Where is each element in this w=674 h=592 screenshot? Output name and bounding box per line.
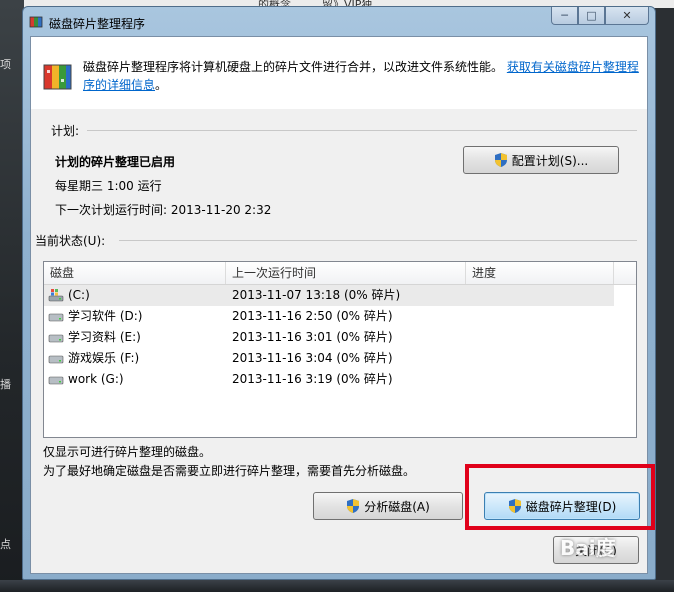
column-header-progress[interactable]: 进度 xyxy=(466,262,614,284)
desktop-background: 项 播 点 xyxy=(0,0,24,592)
minimize-button[interactable]: ─ xyxy=(551,7,578,25)
schedule-separator xyxy=(87,130,637,131)
uac-shield-icon xyxy=(347,499,360,513)
caption-buttons: ─ □ ✕ xyxy=(551,7,649,27)
disk-name: 游戏娱乐 (F:) xyxy=(68,351,140,365)
schedule-label: 计划: xyxy=(51,124,80,138)
configure-schedule-button[interactable]: 配置计划(S)... xyxy=(463,146,619,174)
disk-row[interactable]: (C:) 2013-11-07 13:18 (0% 碎片) xyxy=(44,285,614,306)
taskbar xyxy=(0,580,674,592)
disk-row[interactable]: work (G:) 2013-11-16 3:19 (0% 碎片) xyxy=(44,369,636,390)
schedule-frequency: 每星期三 1:00 运行 xyxy=(55,179,162,193)
description-text: 磁盘碎片整理程序将计算机硬盘上的碎片文件进行合并，以改进文件系统性能。 获取有关… xyxy=(83,58,639,94)
desktop-text: 播 xyxy=(0,378,11,391)
watermark-logo: Bai度 xyxy=(560,536,616,560)
description-suffix: 。 xyxy=(155,78,168,92)
window-title: 磁盘碎片整理程序 xyxy=(49,17,146,31)
uac-shield-icon xyxy=(494,153,507,167)
column-header-disk[interactable]: 磁盘 xyxy=(44,262,226,284)
close-window-button[interactable]: ✕ xyxy=(605,7,649,25)
disk-last-run: 2013-11-16 2:50 (0% 碎片) xyxy=(232,309,393,323)
schedule-next-run: 下一次计划运行时间: 2013-11-20 2:32 xyxy=(55,203,272,217)
hard-drive-icon xyxy=(48,334,64,343)
disk-list-header: 磁盘 上一次运行时间 进度 xyxy=(44,262,636,285)
hard-drive-icon xyxy=(48,313,64,322)
disk-name: 学习资料 (E:) xyxy=(68,330,141,344)
title-bar[interactable]: 磁盘碎片整理程序 ─ □ ✕ xyxy=(23,7,655,35)
current-status-label: 当前状态(U): xyxy=(35,234,106,248)
disk-row[interactable]: 游戏娱乐 (F:) 2013-11-16 3:04 (0% 碎片) xyxy=(44,348,636,369)
column-header-last-run[interactable]: 上一次运行时间 xyxy=(226,262,466,284)
description-band: 磁盘碎片整理程序将计算机硬盘上的碎片文件进行合并，以改进文件系统性能。 获取有关… xyxy=(31,37,647,109)
hint-text: 为了最好地确定磁盘是否需要立即进行碎片整理，需要首先分析磁盘。 xyxy=(43,464,416,478)
configure-schedule-label: 配置计划(S)... xyxy=(511,153,589,168)
hard-drive-icon xyxy=(48,355,64,364)
disk-last-run: 2013-11-16 3:19 (0% 碎片) xyxy=(232,372,393,386)
disk-list[interactable]: 磁盘 上一次运行时间 进度 (C:) 2013-11-07 13:18 (0% … xyxy=(43,261,637,438)
disk-row[interactable]: 学习资料 (E:) 2013-11-16 3:01 (0% 碎片) xyxy=(44,327,636,348)
status-separator xyxy=(119,240,637,241)
schedule-status: 计划的碎片整理已启用 xyxy=(55,155,176,169)
disk-last-run: 2013-11-16 3:04 (0% 碎片) xyxy=(232,351,393,365)
hard-drive-icon xyxy=(48,376,64,385)
defrag-app-icon xyxy=(29,16,43,28)
description-body: 磁盘碎片整理程序将计算机硬盘上的碎片文件进行合并，以改进文件系统性能。 xyxy=(83,60,504,74)
disk-name: work (G:) xyxy=(68,372,124,386)
disk-name: 学习软件 (D:) xyxy=(68,309,143,323)
hint-text: 仅显示可进行碎片整理的磁盘。 xyxy=(43,445,212,459)
desktop-text: 点 xyxy=(0,538,11,551)
system-drive-icon xyxy=(48,289,64,302)
defrag-logo-icon xyxy=(43,64,72,90)
disk-last-run: 2013-11-07 13:18 (0% 碎片) xyxy=(232,288,401,302)
highlight-annotation xyxy=(465,464,655,530)
disk-last-run: 2013-11-16 3:01 (0% 碎片) xyxy=(232,330,393,344)
disk-row[interactable]: 学习软件 (D:) 2013-11-16 2:50 (0% 碎片) xyxy=(44,306,636,327)
disk-name: (C:) xyxy=(68,288,90,302)
maximize-button[interactable]: □ xyxy=(578,7,605,25)
analyze-disk-button[interactable]: 分析磁盘(A) xyxy=(313,492,463,520)
analyze-disk-label: 分析磁盘(A) xyxy=(364,499,430,514)
desktop-text: 项 xyxy=(0,58,11,71)
